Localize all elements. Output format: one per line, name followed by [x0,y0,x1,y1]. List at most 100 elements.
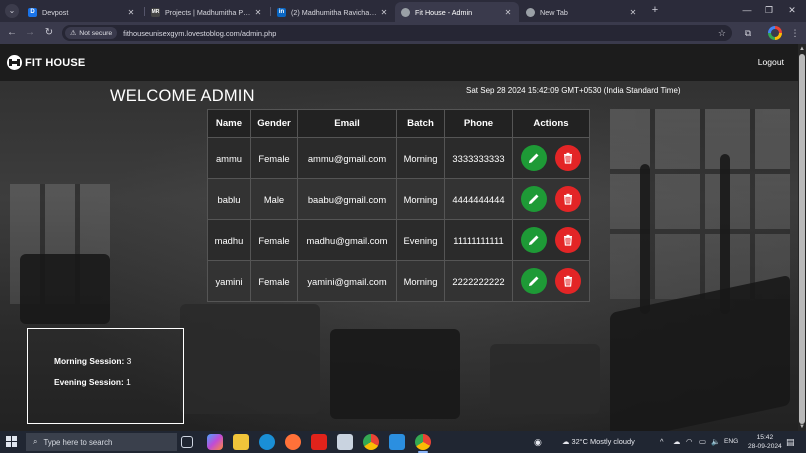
wifi-icon[interactable]: ◠ [686,431,692,453]
edit-button[interactable] [520,186,547,212]
cell-gender: Male [250,178,298,220]
acrobat-icon[interactable] [311,434,327,450]
cell-email: madhu@gmail.com [297,219,397,261]
column-header-actions: Actions [512,109,590,138]
fit-house-logo[interactable]: FIT HOUSE [7,55,85,70]
scroll-down-arrow-icon[interactable]: ▼ [798,423,806,431]
notifications-icon[interactable]: ▤ [786,431,795,453]
logout-link[interactable]: Logout [758,57,784,67]
chrome-taskbar-icon[interactable] [363,434,379,450]
chrome-active-icon[interactable] [415,434,431,453]
cell-phone: 2222222222 [444,260,513,302]
column-header-name: Name [207,109,251,138]
close-tab-icon[interactable]: ✕ [253,8,263,17]
tab-title: New Tab [540,7,568,17]
tab-linkedin[interactable]: in (2) Madhumitha Ravichandran | ✕ [271,2,395,22]
reload-icon[interactable]: ↻ [41,25,57,41]
delete-button[interactable] [555,186,582,212]
tray-app-icon[interactable]: ◉ [534,431,542,453]
delete-button[interactable] [555,145,582,171]
tab-title: Projects | Madhumitha Portfolio [165,7,253,17]
cell-name: yamini [207,260,251,302]
weather-widget[interactable]: ☁ 32°C Mostly cloudy [562,431,635,453]
cloud-icon: ☁ [562,437,570,446]
address-bar[interactable]: ⚠ Not secure fithouseunisexgym.lovestobl… [62,25,732,41]
pencil-icon [528,235,539,245]
pencil-icon [528,276,539,286]
linkedin-favicon-icon: in [277,7,286,17]
bookmark-star-icon[interactable]: ☆ [718,25,726,41]
battery-icon[interactable]: ▭ [699,431,706,453]
trash-icon [564,152,573,164]
copilot-icon[interactable] [207,434,223,450]
members-table: Name Gender Email Batch Phone Actions am… [207,109,590,302]
task-view-icon[interactable] [181,436,193,448]
tab-devpost[interactable]: D Devpost ✕ [22,2,142,22]
back-arrow-icon[interactable]: ← [4,25,20,41]
column-header-email: Email [297,109,397,138]
evening-session-count: 1 [126,377,131,387]
browser-tab-strip: ⌄ D Devpost ✕ MR Projects | Madhumitha P… [0,0,806,22]
globe-icon [401,7,410,17]
new-tab-plus-icon[interactable]: + [648,3,662,17]
trash-icon [564,234,573,246]
language-indicator[interactable]: ENG [724,431,738,453]
tab-search-chevron-icon[interactable]: ⌄ [5,4,19,18]
volume-icon[interactable]: 🔈 [711,431,720,453]
cell-actions [512,178,590,220]
network-cloud-icon[interactable]: ☁ [673,431,680,453]
cell-batch: Morning [396,260,445,302]
edit-button[interactable] [520,268,547,294]
edit-button[interactable] [520,227,547,253]
morning-session-label: Morning Session: [54,356,125,366]
windows-start-icon[interactable] [6,436,17,447]
restore-icon[interactable]: ❐ [758,2,780,18]
show-hidden-icons-chevron-icon[interactable]: ^ [660,431,663,453]
cell-phone: 3333333333 [444,137,513,179]
vscode-icon[interactable] [389,434,405,450]
taskbar-search-box[interactable]: ⌕ Type here to search [26,433,177,451]
tab-title: (2) Madhumitha Ravichandran | [291,7,379,17]
cell-phone: 11111111111 [444,219,513,261]
system-clock[interactable]: 15:42 28-09-2024 [748,433,782,451]
trash-icon [564,193,573,205]
table-row: yamini Female yamini@gmail.com Morning 2… [207,260,590,302]
close-tab-icon[interactable]: ✕ [126,8,136,17]
cell-email: ammu@gmail.com [297,137,397,179]
tab-portfolio[interactable]: MR Projects | Madhumitha Portfolio ✕ [145,2,269,22]
kebab-menu-icon[interactable]: ⋮ [787,25,803,41]
tab-new-tab[interactable]: New Tab ✕ [520,2,644,22]
cell-actions [512,219,590,261]
brand-name: FIT HOUSE [25,56,86,69]
edit-button[interactable] [520,145,547,171]
scrollbar-thumb[interactable] [799,54,805,424]
close-tab-icon[interactable]: ✕ [503,8,513,17]
forward-arrow-icon[interactable]: → [22,25,38,41]
close-tab-icon[interactable]: ✕ [379,8,389,17]
taskbar-search-placeholder: Type here to search [43,437,113,447]
profile-avatar[interactable] [768,26,782,40]
column-header-phone: Phone [444,109,513,138]
dumbbell-logo-icon [7,55,22,70]
site-navbar: FIT HOUSE Logout [0,44,798,81]
tab-fit-house-admin[interactable]: Fit House - Admin ✕ [395,2,519,22]
trash-icon [564,275,573,287]
column-header-gender: Gender [250,109,298,138]
delete-button[interactable] [555,227,582,253]
delete-button[interactable] [555,268,582,294]
file-explorer-icon[interactable] [233,434,249,450]
close-tab-icon[interactable]: ✕ [628,8,638,17]
cell-batch: Morning [396,137,445,179]
minimize-icon[interactable]: — [736,2,758,18]
cell-batch: Morning [396,178,445,220]
notepad-icon[interactable] [337,434,353,450]
table-row: madhu Female madhu@gmail.com Evening 111… [207,219,590,261]
security-chip[interactable]: ⚠ Not secure [65,27,118,39]
table-header-row: Name Gender Email Batch Phone Actions [207,109,590,138]
scroll-up-arrow-icon[interactable]: ▲ [798,45,806,53]
tab-title: Devpost [42,7,69,17]
extensions-icon[interactable]: ⧉ [740,25,756,41]
edge-icon[interactable] [259,434,275,450]
firefox-icon[interactable] [285,434,301,450]
close-window-icon[interactable]: ✕ [781,2,803,18]
